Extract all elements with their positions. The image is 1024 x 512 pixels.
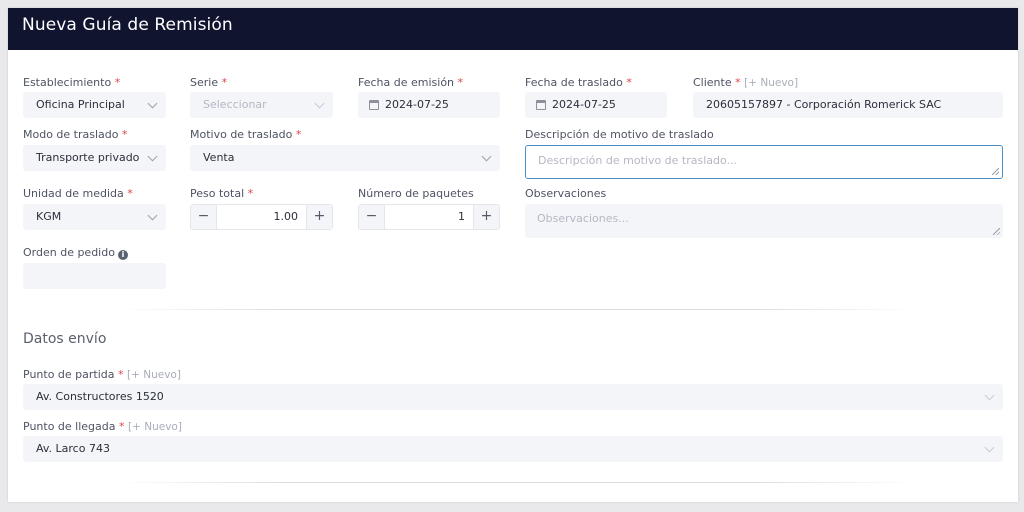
chevron-down-icon: [147, 151, 158, 162]
orden-pedido-input[interactable]: [23, 263, 166, 289]
fecha-emision-label: Fecha de emisión *: [358, 76, 464, 89]
fecha-traslado-input[interactable]: 2024-07-25: [525, 92, 667, 118]
divider: [118, 482, 918, 483]
motivo-traslado-select[interactable]: Venta: [190, 145, 500, 171]
orden-pedido-label: Orden de pedido i: [23, 246, 128, 260]
punto-llegada-nuevo-link[interactable]: [+ Nuevo]: [128, 421, 182, 433]
calendar-icon: [369, 100, 379, 110]
modo-traslado-select[interactable]: Transporte privado: [23, 145, 166, 171]
descripcion-motivo-label: Descripción de motivo de traslado: [525, 128, 714, 141]
fecha-emision-input[interactable]: 2024-07-25: [358, 92, 500, 118]
peso-total-label: Peso total *: [190, 187, 254, 200]
chevron-down-icon: [984, 442, 995, 453]
resize-grip-icon[interactable]: [993, 228, 1000, 235]
punto-partida-label: Punto de partida * [+ Nuevo]: [23, 368, 181, 381]
info-icon[interactable]: i: [117, 250, 128, 260]
increment-button[interactable]: +: [306, 205, 332, 229]
numero-paquetes-label: Número de paquetes: [358, 187, 474, 200]
establecimiento-select[interactable]: Oficina Principal: [23, 92, 166, 118]
punto-llegada-select[interactable]: Av. Larco 743: [23, 436, 1003, 462]
observaciones-textarea[interactable]: Observaciones...: [525, 204, 1003, 238]
resize-grip-icon[interactable]: [992, 168, 999, 175]
increment-button[interactable]: +: [473, 205, 499, 229]
punto-partida-nuevo-link[interactable]: [+ Nuevo]: [127, 369, 181, 381]
divider: [118, 309, 918, 310]
fecha-traslado-label: Fecha de traslado *: [525, 76, 632, 89]
header-bar: Nueva Guía de Remisión: [8, 8, 1018, 50]
page-title: Nueva Guía de Remisión: [22, 15, 233, 35]
decrement-button[interactable]: −: [359, 205, 385, 229]
chevron-down-icon: [314, 98, 325, 109]
unidad-medida-select[interactable]: KGM: [23, 204, 166, 230]
motivo-traslado-label: Motivo de traslado *: [190, 128, 302, 141]
punto-partida-select[interactable]: Av. Constructores 1520: [23, 384, 1003, 410]
observaciones-label: Observaciones: [525, 187, 607, 200]
datos-envio-title: Datos envío: [23, 331, 107, 347]
serie-select[interactable]: Seleccionar: [190, 92, 333, 118]
modo-traslado-label: Modo de traslado *: [23, 128, 128, 141]
establecimiento-label: Establecimiento *: [23, 76, 121, 89]
chevron-down-icon: [984, 390, 995, 401]
unidad-medida-label: Unidad de medida *: [23, 187, 133, 200]
form-card: Nueva Guía de Remisión Establecimiento *…: [8, 8, 1018, 502]
chevron-down-icon: [147, 98, 158, 109]
punto-llegada-label: Punto de llegada * [+ Nuevo]: [23, 420, 182, 433]
numero-paquetes-value[interactable]: 1: [458, 210, 465, 223]
numero-paquetes-stepper[interactable]: − 1 +: [358, 204, 500, 230]
serie-label: Serie *: [190, 76, 228, 89]
chevron-down-icon: [481, 151, 492, 162]
decrement-button[interactable]: −: [191, 205, 217, 229]
calendar-icon: [536, 100, 546, 110]
cliente-nuevo-link[interactable]: [+ Nuevo]: [744, 77, 798, 89]
peso-total-stepper[interactable]: − 1.00 +: [190, 204, 333, 230]
cliente-select[interactable]: 20605157897 - Corporación Romerick SAC: [693, 92, 1003, 118]
cliente-label: Cliente * [+ Nuevo]: [693, 76, 799, 89]
descripcion-motivo-textarea[interactable]: Descripción de motivo de traslado...: [525, 145, 1003, 179]
peso-total-value[interactable]: 1.00: [274, 210, 299, 223]
chevron-down-icon: [147, 210, 158, 221]
